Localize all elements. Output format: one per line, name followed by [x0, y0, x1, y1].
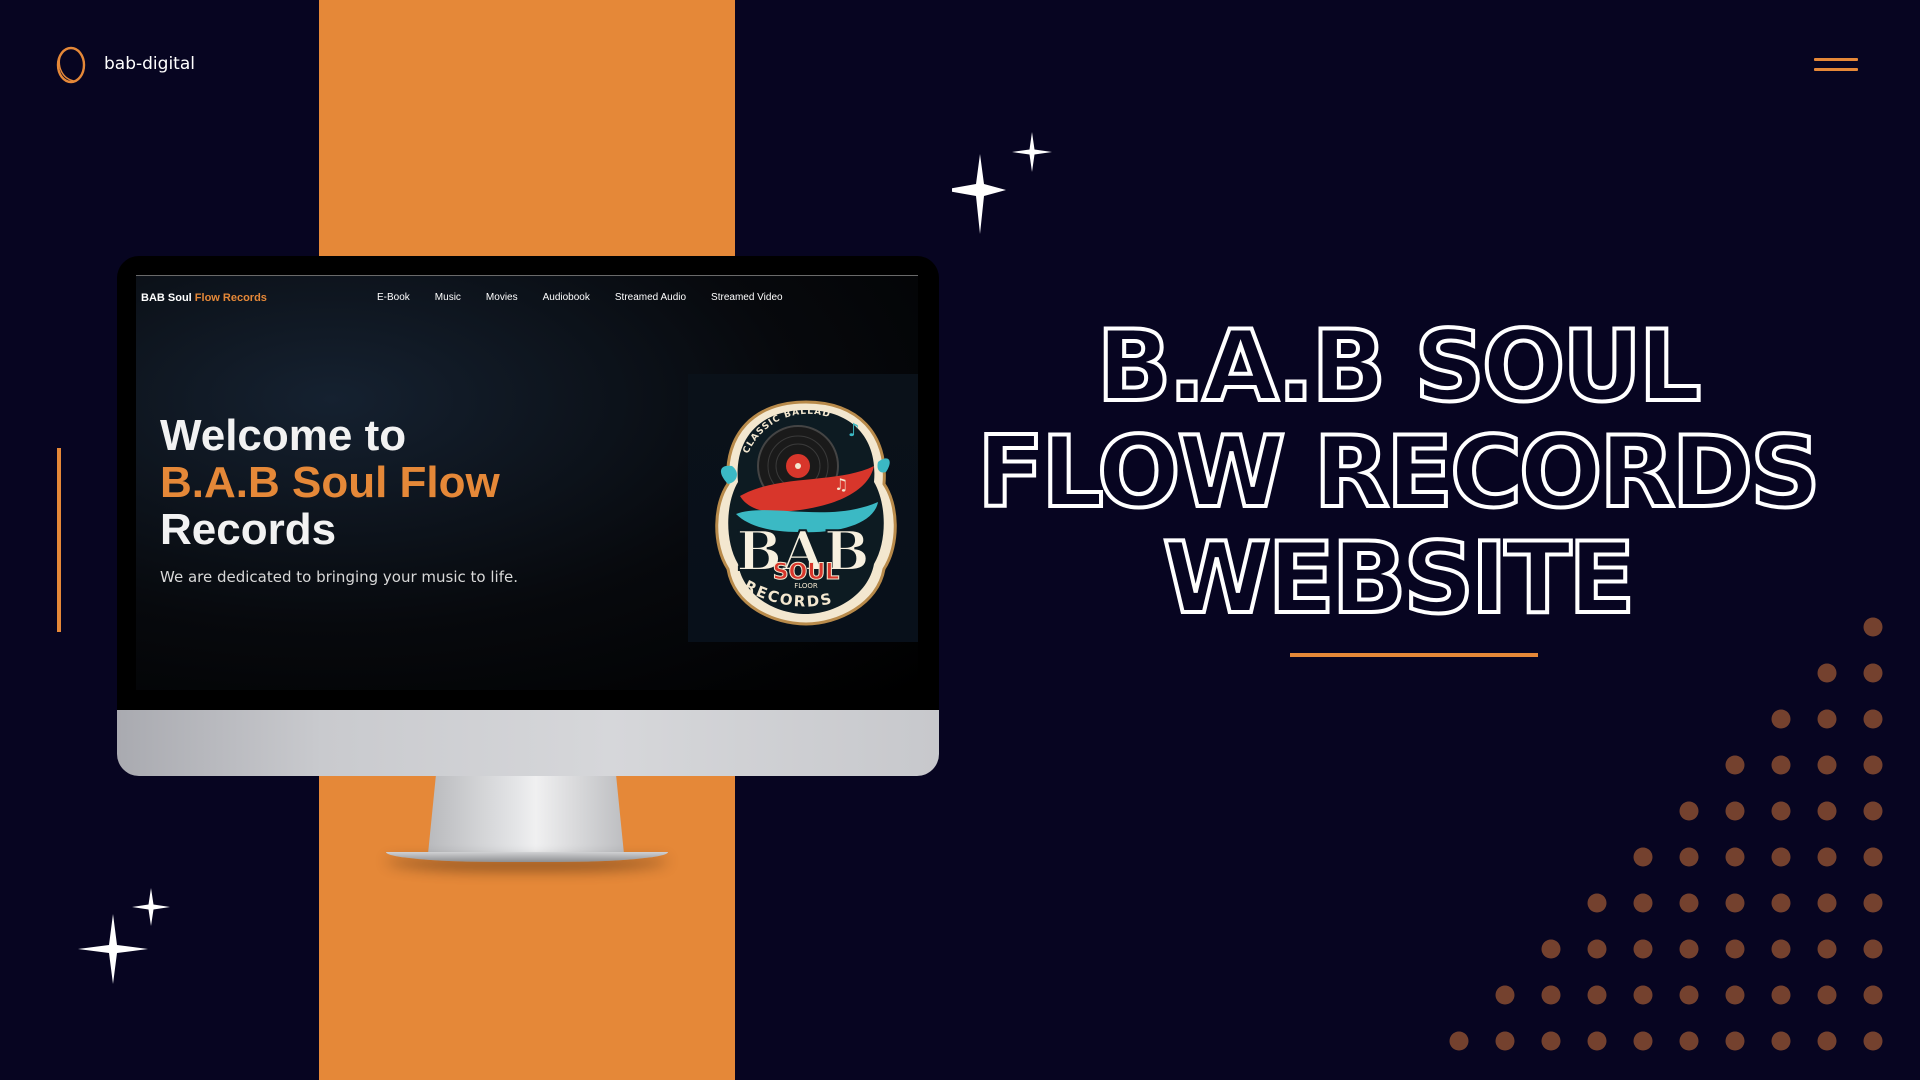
- pattern-dot: [1587, 893, 1607, 913]
- pattern-dot: [1587, 939, 1607, 959]
- pattern-dot: [1725, 985, 1745, 1005]
- pattern-dot: [1863, 1031, 1883, 1051]
- pattern-dot: [1725, 755, 1745, 775]
- title-line3: WEBSITE: [1161, 522, 1638, 636]
- pattern-dot: [1817, 1031, 1837, 1051]
- pattern-dot: [1817, 709, 1837, 729]
- pattern-dot: [1587, 985, 1607, 1005]
- bab-soul-records-emblem: ♪ ♫ CLASSIC BALLAD BAB SOUL FLOOR RECORD…: [715, 400, 897, 626]
- pattern-dot: [1863, 755, 1883, 775]
- pattern-dot: [1771, 893, 1791, 913]
- pattern-dot: [1863, 939, 1883, 959]
- pattern-dot: [1633, 1031, 1653, 1051]
- title-line2: FLOW RECORDS: [975, 416, 1822, 530]
- menu-line: [1814, 68, 1858, 71]
- nav-link-music[interactable]: Music: [435, 292, 461, 303]
- pattern-dot: [1495, 985, 1515, 1005]
- screen-divider: [136, 275, 918, 276]
- monitor-mockup: BAB Soul Flow Records E-Book Music Movie…: [117, 256, 939, 776]
- pattern-dot: [1541, 1031, 1561, 1051]
- pattern-dot: [1633, 939, 1653, 959]
- sparkle-small-icon: [132, 888, 170, 926]
- pattern-dot: [1679, 847, 1699, 867]
- hero-title-line1: Welcome to: [160, 411, 407, 460]
- pattern-dot: [1817, 755, 1837, 775]
- pattern-dot: [1863, 801, 1883, 821]
- pattern-dot: [1863, 985, 1883, 1005]
- nav-link-audiobook[interactable]: Audiobook: [543, 292, 590, 303]
- pattern-dot: [1679, 801, 1699, 821]
- left-accent-bar: [57, 448, 61, 632]
- page-title: B.A.B SOUL FLOW RECORDS WEBSITE: [960, 310, 1835, 636]
- pattern-dot: [1863, 617, 1883, 637]
- hamburger-menu-icon[interactable]: [1814, 56, 1858, 74]
- pattern-dot: [1817, 847, 1837, 867]
- pattern-dot: [1679, 939, 1699, 959]
- hero-title: Welcome to B.A.B Soul Flow Records: [160, 412, 500, 553]
- pattern-dot: [1771, 939, 1791, 959]
- ring-logo-icon: [56, 46, 86, 84]
- nav-link-ebook[interactable]: E-Book: [377, 292, 410, 303]
- pattern-dot: [1771, 985, 1791, 1005]
- pattern-dot: [1863, 893, 1883, 913]
- site-logo-white: BAB Soul: [141, 292, 192, 304]
- hero-subtitle: We are dedicated to bringing your music …: [160, 568, 518, 586]
- pattern-dot: [1587, 1031, 1607, 1051]
- pattern-dot: [1633, 985, 1653, 1005]
- pattern-dot: [1771, 847, 1791, 867]
- monitor-chin: [117, 710, 939, 776]
- nav-link-streamed-audio[interactable]: Streamed Audio: [615, 292, 686, 303]
- hero-title-line3: Records: [160, 505, 337, 554]
- sparkle-small-icon: [1012, 132, 1052, 172]
- pattern-dot: [1817, 663, 1837, 683]
- title-underline: [1290, 653, 1538, 657]
- pattern-dot: [1817, 985, 1837, 1005]
- pattern-dot: [1725, 939, 1745, 959]
- pattern-dot: [1771, 755, 1791, 775]
- pattern-dot: [1495, 1031, 1515, 1051]
- pattern-dot: [1771, 1031, 1791, 1051]
- hero-title-line2: B.A.B Soul Flow: [160, 458, 500, 507]
- title-line1: B.A.B SOUL: [1095, 310, 1704, 424]
- pattern-dot: [1449, 1031, 1469, 1051]
- pattern-dot: [1771, 801, 1791, 821]
- pattern-dot: [1863, 709, 1883, 729]
- hero-image-panel: ♪ ♫ CLASSIC BALLAD BAB SOUL FLOOR RECORD…: [688, 374, 918, 642]
- nav-link-movies[interactable]: Movies: [486, 292, 518, 303]
- site-logo-orange: Flow Records: [194, 292, 267, 304]
- pattern-dot: [1725, 847, 1745, 867]
- pattern-dot: [1817, 893, 1837, 913]
- pattern-dot: [1863, 663, 1883, 683]
- pattern-dot: [1679, 985, 1699, 1005]
- emblem-small-text: FLOOR: [794, 582, 818, 590]
- pattern-dot: [1679, 1031, 1699, 1051]
- svg-text:♪: ♪: [848, 420, 860, 441]
- pattern-dot: [1633, 847, 1653, 867]
- pattern-dot: [1725, 893, 1745, 913]
- menu-line: [1814, 58, 1858, 61]
- site-nav-links: E-Book Music Movies Audiobook Streamed A…: [377, 292, 808, 303]
- sparkle-large-icon: [952, 154, 1006, 234]
- website-screenshot: BAB Soul Flow Records E-Book Music Movie…: [136, 275, 918, 690]
- pattern-dot: [1817, 801, 1837, 821]
- monitor-bezel: BAB Soul Flow Records E-Book Music Movie…: [117, 256, 939, 710]
- pattern-dot: [1771, 709, 1791, 729]
- site-navbar: BAB Soul Flow Records E-Book Music Movie…: [136, 287, 918, 311]
- pattern-dot: [1541, 985, 1561, 1005]
- pattern-dot: [1633, 893, 1653, 913]
- site-logo[interactable]: BAB Soul Flow Records: [141, 292, 267, 304]
- pattern-dot: [1725, 1031, 1745, 1051]
- pattern-dot: [1725, 801, 1745, 821]
- pattern-dot: [1679, 893, 1699, 913]
- pattern-dot: [1541, 939, 1561, 959]
- svg-text:♫: ♫: [834, 475, 848, 494]
- monitor-stand: [428, 776, 624, 854]
- brand-name: bab-digital: [104, 54, 195, 74]
- pattern-dot: [1863, 847, 1883, 867]
- brand[interactable]: bab-digital: [54, 44, 195, 84]
- nav-link-streamed-video[interactable]: Streamed Video: [711, 292, 783, 303]
- pattern-dot: [1817, 939, 1837, 959]
